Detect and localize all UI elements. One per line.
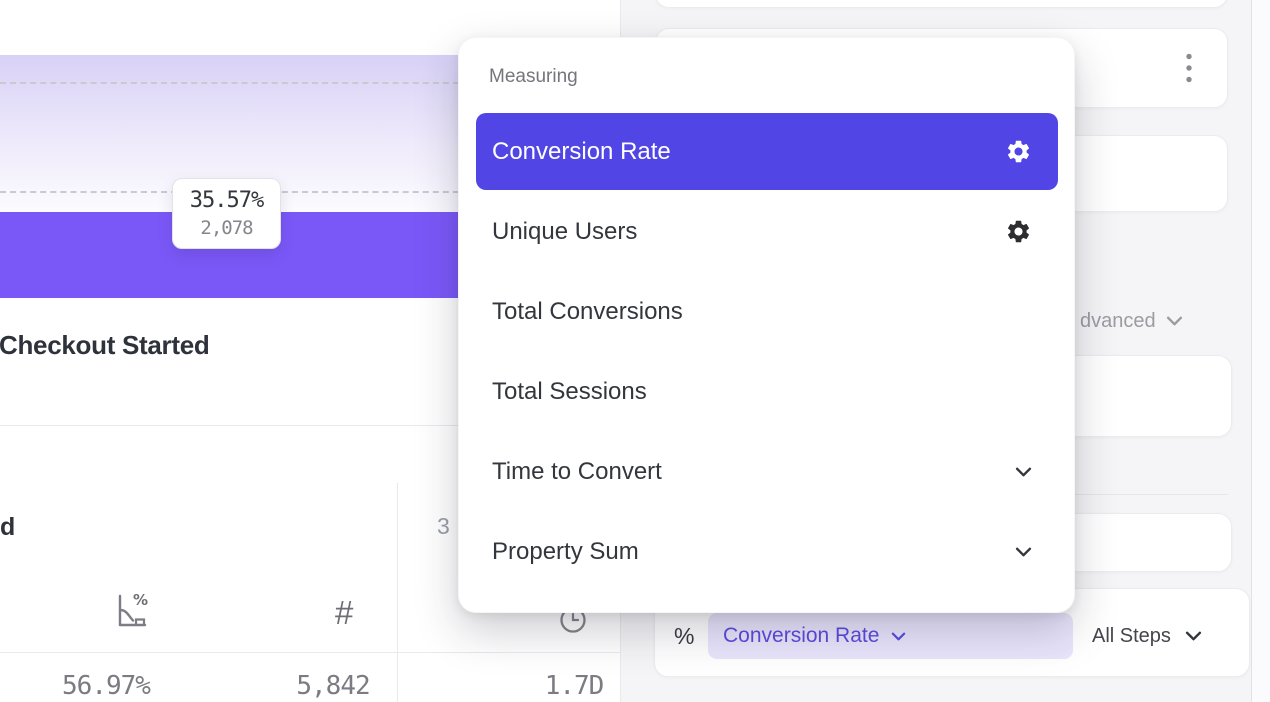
table-row-divider [0,652,620,653]
menu-item-label: Unique Users [492,218,637,246]
menu-item-total-sessions[interactable]: Total Sessions [476,353,1058,430]
menu-item-label: Conversion Rate [492,138,671,166]
funnel-tooltip: 35.57% 2,078 [172,178,281,249]
chevron-down-icon [891,632,906,641]
advanced-toggle[interactable]: dvanced [1080,308,1183,334]
count-icon: # [335,594,353,632]
measurement-pill-label: Conversion Rate [723,624,879,648]
tooltip-count: 2,078 [173,217,280,239]
chevron-down-icon [1015,547,1032,557]
svg-text:%: % [133,591,148,609]
measuring-dropdown-menu: Measuring Conversion Rate Unique Users T… [458,37,1075,613]
menu-item-property-sum[interactable]: Property Sum [476,513,1058,590]
menu-item-time-to-convert[interactable]: Time to Convert [476,433,1058,510]
kebab-menu-icon[interactable] [1183,50,1195,88]
menu-item-unique-users[interactable]: Unique Users [476,193,1058,270]
table-step-number: 3 [437,513,450,540]
gear-icon[interactable] [1005,218,1032,245]
menu-item-label: Time to Convert [492,458,662,486]
measurement-pill-dropdown[interactable]: Conversion Rate [708,613,1073,659]
steps-selector-dropdown[interactable]: All Steps [1092,613,1202,659]
funnel-step-label: Checkout Started [0,330,209,361]
tooltip-conversion-rate: 35.57% [173,188,280,213]
menu-item-label: Property Sum [492,538,639,566]
metric-value-conversion-rate: 56.97% [0,671,212,701]
menu-item-label: Total Conversions [492,298,683,326]
menu-item-conversion-rate[interactable]: Conversion Rate [476,113,1058,190]
chevron-down-icon [1185,631,1202,641]
table-column-divider [397,483,398,702]
metric-value-count: 5,842 [240,671,426,701]
menu-title: Measuring [489,66,578,88]
steps-selector-label: All Steps [1092,625,1171,648]
menu-item-label: Total Sessions [492,378,647,406]
menu-item-total-conversions[interactable]: Total Conversions [476,273,1058,350]
gear-icon[interactable] [1005,138,1032,165]
advanced-label: dvanced [1080,310,1156,333]
chevron-down-icon [1166,316,1183,326]
metric-symbol: % [674,613,694,659]
conversion-rate-icon: % [111,591,151,631]
table-step-header-truncated: d [0,513,15,542]
query-step-card-top [655,0,1228,8]
chevron-down-icon [1015,467,1032,477]
